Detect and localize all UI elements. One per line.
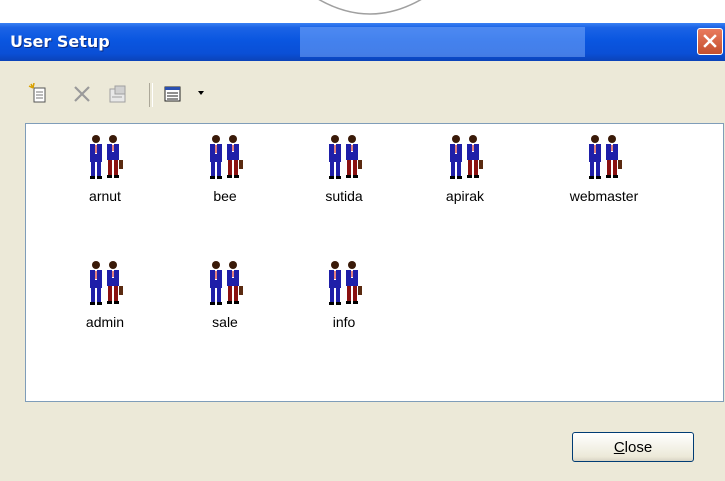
user-item[interactable]: sale [175, 260, 275, 330]
users-icon [210, 135, 243, 179]
users-icon [450, 135, 483, 179]
new-user-icon [28, 82, 46, 103]
watermark-arc [318, 0, 422, 15]
user-item[interactable]: webmaster [554, 134, 654, 204]
user-item[interactable]: arnut [55, 134, 155, 204]
delete-icon [74, 86, 90, 102]
view-list-icon [164, 86, 181, 102]
users-icon [329, 261, 362, 305]
title-bar-highlight [300, 27, 585, 57]
user-name: arnut [89, 188, 121, 204]
properties-button[interactable] [107, 83, 129, 105]
user-name: sutida [325, 188, 363, 204]
new-user-button[interactable] [28, 82, 50, 105]
users-icon [90, 135, 123, 179]
close-accelerator: C [613, 438, 625, 456]
users-icon [589, 135, 622, 179]
user-item[interactable]: info [294, 260, 394, 330]
window-close-button[interactable] [697, 28, 723, 55]
user-setup-dialog: User Setup arnut bee sutida apirak webma… [0, 23, 725, 481]
properties-icon [109, 85, 126, 103]
users-icon [90, 261, 123, 305]
window-title: User Setup [10, 32, 110, 51]
user-name: info [332, 314, 356, 330]
user-name: webmaster [569, 188, 639, 204]
user-item[interactable]: apirak [415, 134, 515, 204]
user-item[interactable]: admin [55, 260, 155, 330]
user-list: arnut bee sutida apirak webmaster admin … [25, 123, 724, 402]
user-item[interactable]: bee [175, 134, 275, 204]
close-label: lose [624, 438, 653, 456]
view-button[interactable] [162, 83, 184, 105]
toolbar-separator [149, 83, 153, 107]
watermark [300, 0, 440, 24]
users-icon [210, 261, 243, 305]
user-item[interactable]: sutida [294, 134, 394, 204]
users-icon [329, 135, 362, 179]
close-icon [703, 34, 717, 48]
toolbar [0, 61, 725, 125]
close-button[interactable]: Close [572, 432, 694, 462]
view-dropdown-arrow[interactable] [198, 91, 204, 95]
user-name: bee [213, 188, 237, 204]
user-name: apirak [445, 188, 485, 204]
title-bar[interactable]: User Setup [0, 23, 725, 61]
user-name: sale [212, 314, 238, 330]
delete-button[interactable] [71, 83, 93, 105]
user-name: admin [85, 314, 125, 330]
